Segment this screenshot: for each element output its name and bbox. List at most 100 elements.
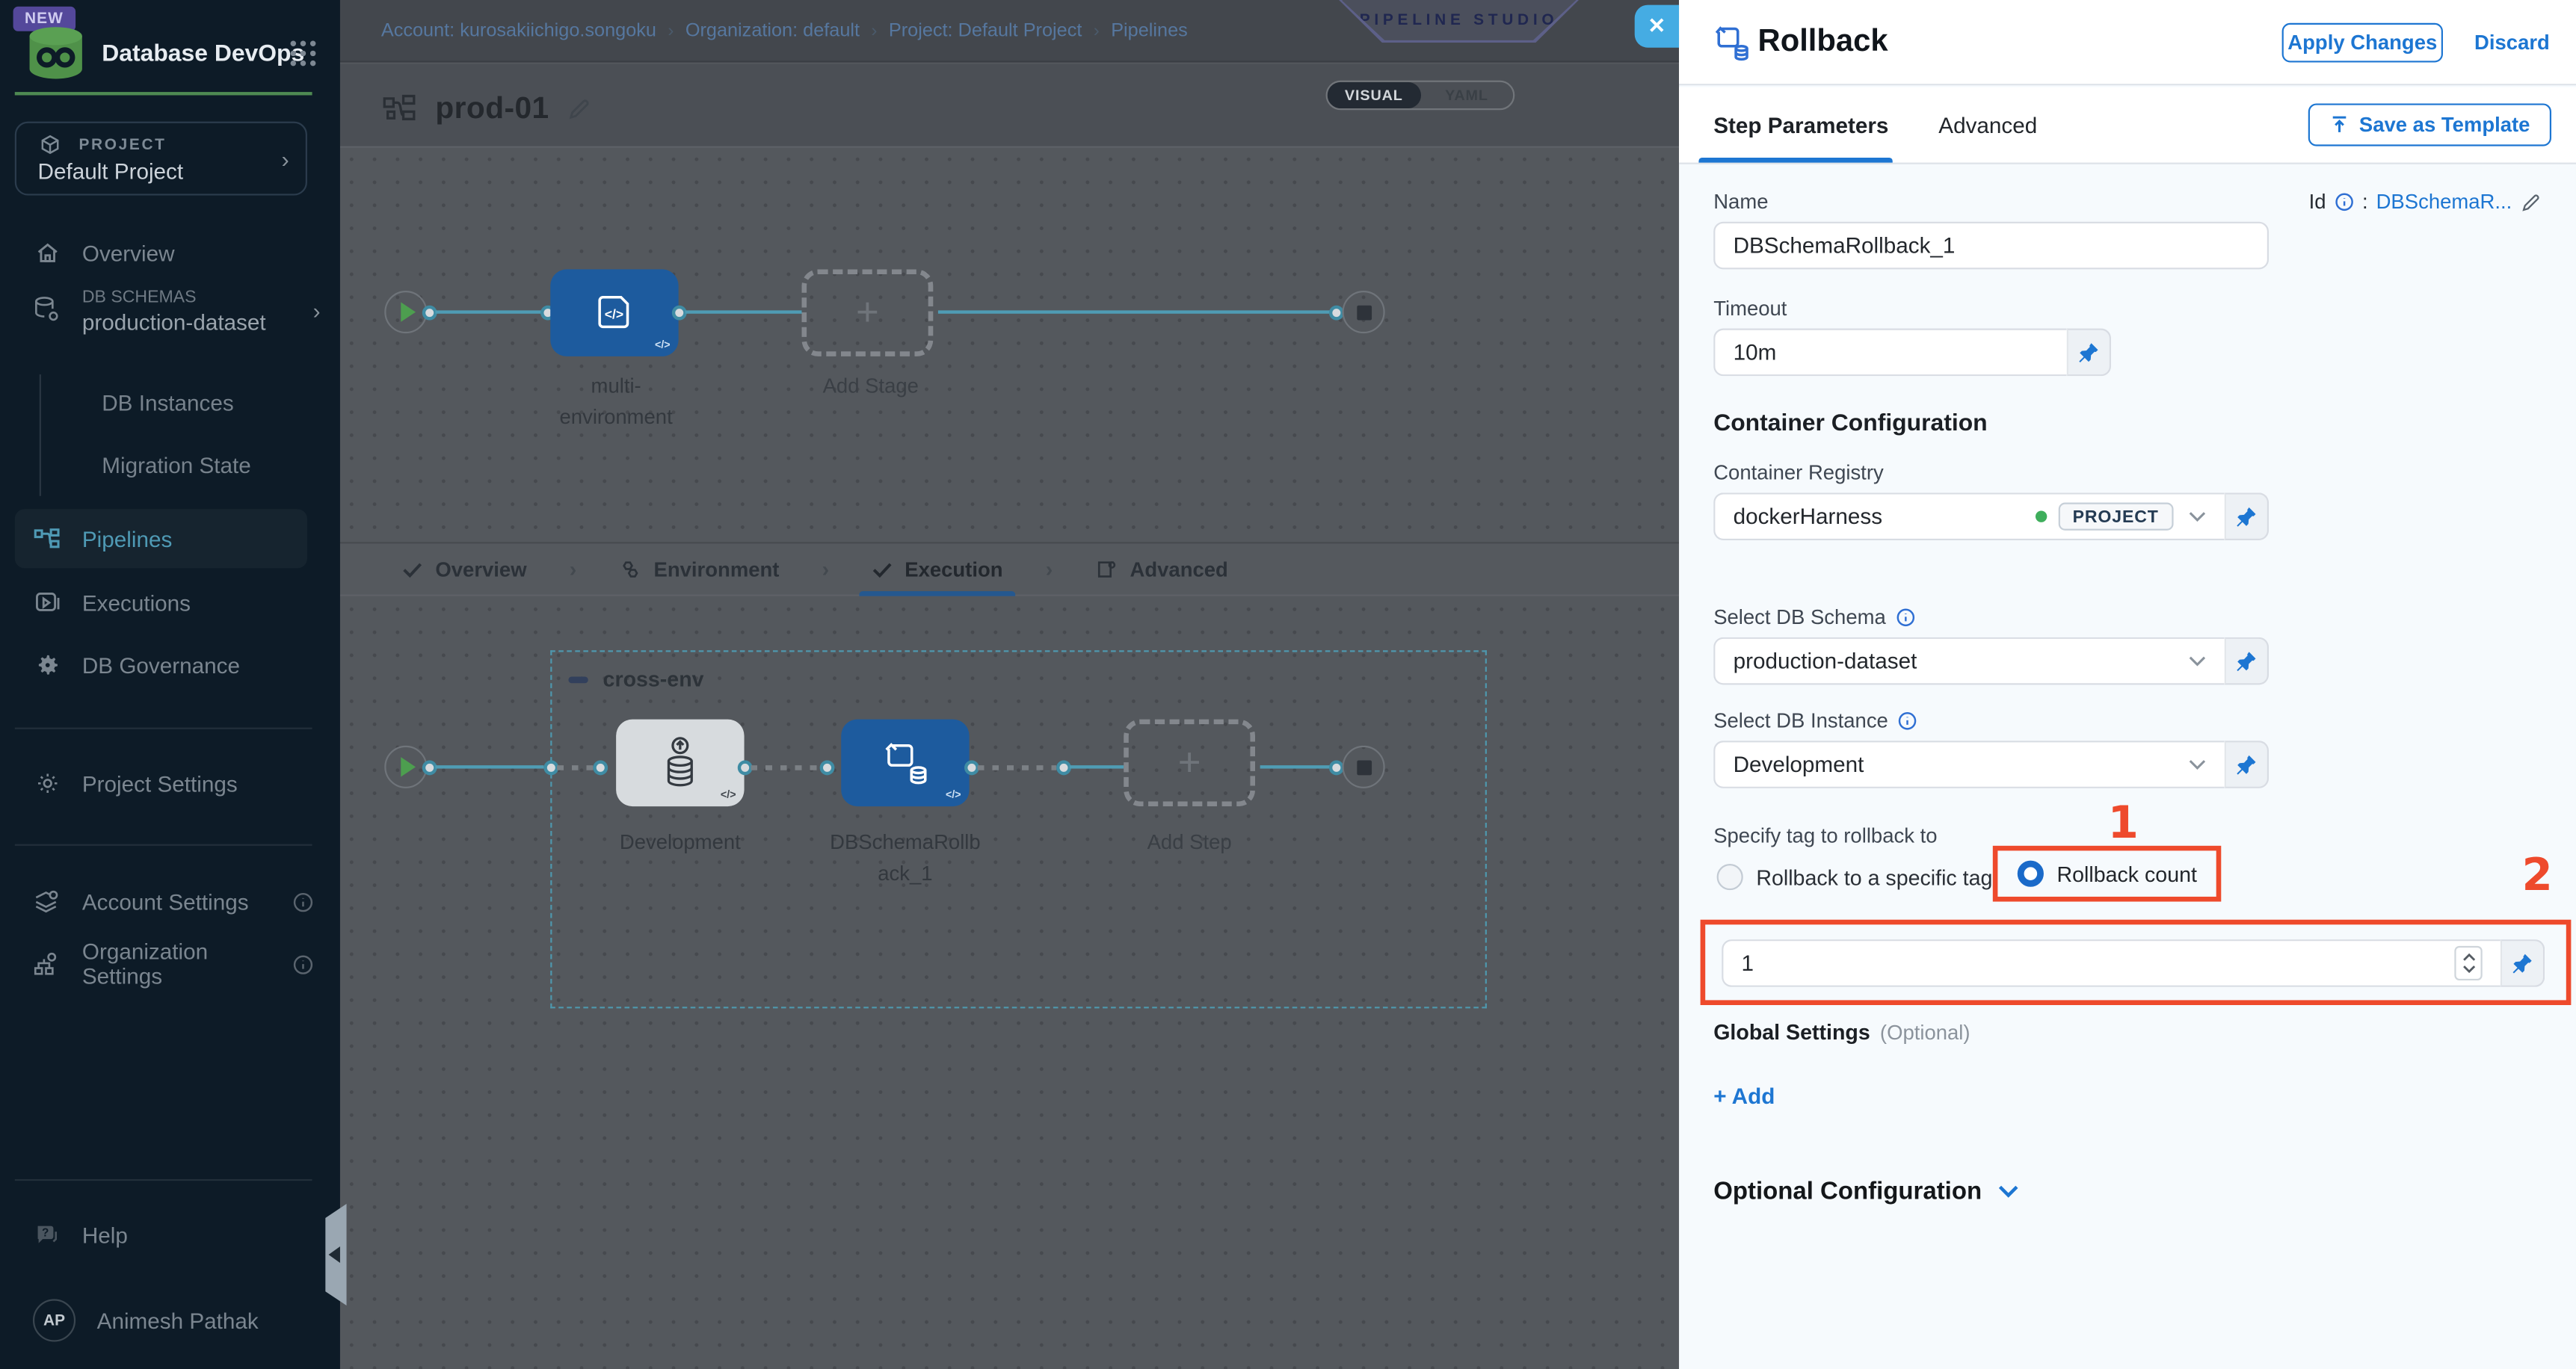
timeout-input[interactable]: 10m <box>1713 329 2067 377</box>
start-node <box>384 746 427 788</box>
rollback-count-input[interactable]: 1 <box>1722 939 2500 986</box>
add-link[interactable]: + Add <box>1713 1084 2542 1108</box>
pipeline-title-bar: prod-01 VISUAL YAML <box>340 64 1679 148</box>
breadcrumb-organization[interactable]: Organization: default <box>685 20 860 40</box>
svg-text:</>: </> <box>604 306 623 321</box>
add-stage-button[interactable]: + <box>801 269 933 356</box>
tab-step-parameters[interactable]: Step Parameters <box>1713 114 1888 138</box>
stage-graph: </> </> + multi-environment Add Stage <box>340 148 1679 542</box>
pin-button[interactable] <box>2225 492 2269 540</box>
org-gear-icon <box>33 951 61 977</box>
annotation-box-2: 1 <box>1701 920 2572 1005</box>
optional-label: (Optional) <box>1880 1021 1970 1044</box>
container-registry-input[interactable]: dockerHarness PROJECT <box>1713 492 2224 540</box>
sidebar-item-label: Pipelines <box>82 526 172 551</box>
sidebar-item-help[interactable]: ? Help <box>0 1211 340 1260</box>
visual-yaml-toggle[interactable]: VISUAL YAML <box>1326 81 1515 111</box>
sidebar-item-label: Executions <box>82 590 191 615</box>
sidebar-item-label: DB SCHEMAS production-dataset <box>82 282 266 337</box>
tab-overview[interactable]: Overview <box>389 543 540 594</box>
sidebar-item-executions[interactable]: Executions <box>0 578 340 628</box>
sidebar-item-overview[interactable]: Overview <box>0 228 340 277</box>
radio-specific-tag[interactable]: Rollback to a specific tag <box>1717 864 1993 890</box>
chevron-down-icon[interactable] <box>2188 655 2206 667</box>
collapse-arrow-icon <box>329 1246 340 1263</box>
pipeline-studio-label: PIPELINE STUDIO <box>1360 11 1559 29</box>
db-schema-select[interactable]: production-dataset <box>1713 637 2224 685</box>
active-tab-underline <box>1698 158 1892 163</box>
check-icon <box>872 561 891 578</box>
sidebar-collapse-handle[interactable] <box>325 1204 347 1305</box>
save-as-template-button[interactable]: Save as Template <box>2308 103 2551 146</box>
database-devops-logo <box>26 26 85 81</box>
breadcrumb-project[interactable]: Project: Default Project <box>889 20 1082 40</box>
tab-advanced[interactable]: Advanced <box>1082 543 1242 594</box>
step-node-development[interactable]: </> <box>616 720 744 806</box>
info-icon[interactable] <box>1896 608 1915 627</box>
name-input[interactable]: DBSchemaRollback_1 <box>1713 222 2269 270</box>
sidebar-item-organization-settings[interactable]: Organization Settings <box>0 939 340 989</box>
sidebar-item-label: Account Settings <box>82 889 249 914</box>
sidebar-item-label: Project Settings <box>82 771 238 796</box>
step-label-development: Development <box>609 828 751 859</box>
discard-button[interactable]: Discard <box>2474 31 2550 55</box>
avatar: AP <box>33 1299 76 1341</box>
end-node <box>1343 291 1385 333</box>
play-icon <box>401 757 416 776</box>
toggle-yaml[interactable]: YAML <box>1420 82 1513 108</box>
check-icon <box>402 561 422 578</box>
tab-environment[interactable]: Environment <box>606 543 792 594</box>
collapse-minus-icon[interactable] <box>568 676 588 682</box>
radio-rollback-count[interactable]: Rollback count <box>2018 861 2197 887</box>
pin-button[interactable] <box>2225 637 2269 685</box>
info-icon[interactable] <box>292 891 314 912</box>
optional-configuration-toggle[interactable]: Optional Configuration <box>1713 1178 2542 1205</box>
edit-pencil-icon[interactable] <box>2520 191 2542 213</box>
pin-icon <box>2236 754 2258 776</box>
sidebar-item-db-instances[interactable]: DB Instances <box>0 377 340 427</box>
sidebar-item-label: Help <box>82 1223 128 1247</box>
divider <box>15 844 312 846</box>
apps-grid-icon[interactable] <box>289 40 317 67</box>
sidebar-item-label: Overview <box>82 241 175 265</box>
info-icon[interactable] <box>292 954 314 975</box>
group-header[interactable]: cross-env <box>568 667 703 691</box>
breadcrumb-account[interactable]: Account: kurosakiichigo.songoku <box>381 20 656 40</box>
info-icon[interactable] <box>2335 192 2354 211</box>
chevron-down-icon[interactable] <box>2188 758 2206 770</box>
chevron-right-icon: › <box>313 299 321 324</box>
chevron-down-icon[interactable] <box>2188 510 2206 522</box>
db-instance-select[interactable]: Development <box>1713 741 2224 788</box>
code-badge: </> <box>721 790 736 801</box>
user-menu[interactable]: AP Animesh Pathak <box>0 1294 340 1347</box>
step-node-dbschemarollback[interactable]: </> <box>841 720 969 806</box>
breadcrumb-pipelines[interactable]: Pipelines <box>1111 20 1188 40</box>
project-selector[interactable]: PROJECT Default Project › <box>15 122 307 196</box>
app-window: NEW Database DevOps <box>0 0 2576 1369</box>
sidebar-item-pipelines[interactable]: Pipelines <box>15 509 307 568</box>
radio-unselected[interactable] <box>1717 864 1743 890</box>
radio-selected[interactable] <box>2018 861 2044 887</box>
sidebar-item-db-schemas[interactable]: DB SCHEMAS production-dataset › <box>0 276 340 351</box>
sidebar-item-project-settings[interactable]: Project Settings <box>0 758 340 808</box>
add-step-button[interactable]: + <box>1124 720 1255 806</box>
pin-button[interactable] <box>2500 939 2545 986</box>
tab-advanced[interactable]: Advanced <box>1938 114 2037 138</box>
annotation-2: 2 <box>2521 850 2552 901</box>
info-icon[interactable] <box>1898 711 1917 731</box>
sidebar-item-account-settings[interactable]: Account Settings <box>0 877 340 927</box>
tab-execution[interactable]: Execution <box>859 543 1016 594</box>
pin-button[interactable] <box>2067 329 2111 377</box>
pin-button[interactable] <box>2225 741 2269 788</box>
stage-node-multi-environment[interactable]: </> </> <box>550 269 678 356</box>
status-dot <box>2035 510 2046 522</box>
sidebar-item-db-governance[interactable]: DB Governance <box>0 640 340 690</box>
sidebar-item-migration-state[interactable]: Migration State <box>0 440 340 489</box>
toggle-visual[interactable]: VISUAL <box>1328 82 1420 108</box>
close-panel-button[interactable]: ✕ <box>1635 5 1679 48</box>
global-settings-label: Global Settings <box>1713 1020 1870 1045</box>
apply-changes-button[interactable]: Apply Changes <box>2282 23 2443 63</box>
edit-pencil-icon[interactable] <box>567 96 592 121</box>
select-db-schema-label: Select DB Schema <box>1713 606 1886 629</box>
number-spinner[interactable] <box>2454 945 2482 980</box>
